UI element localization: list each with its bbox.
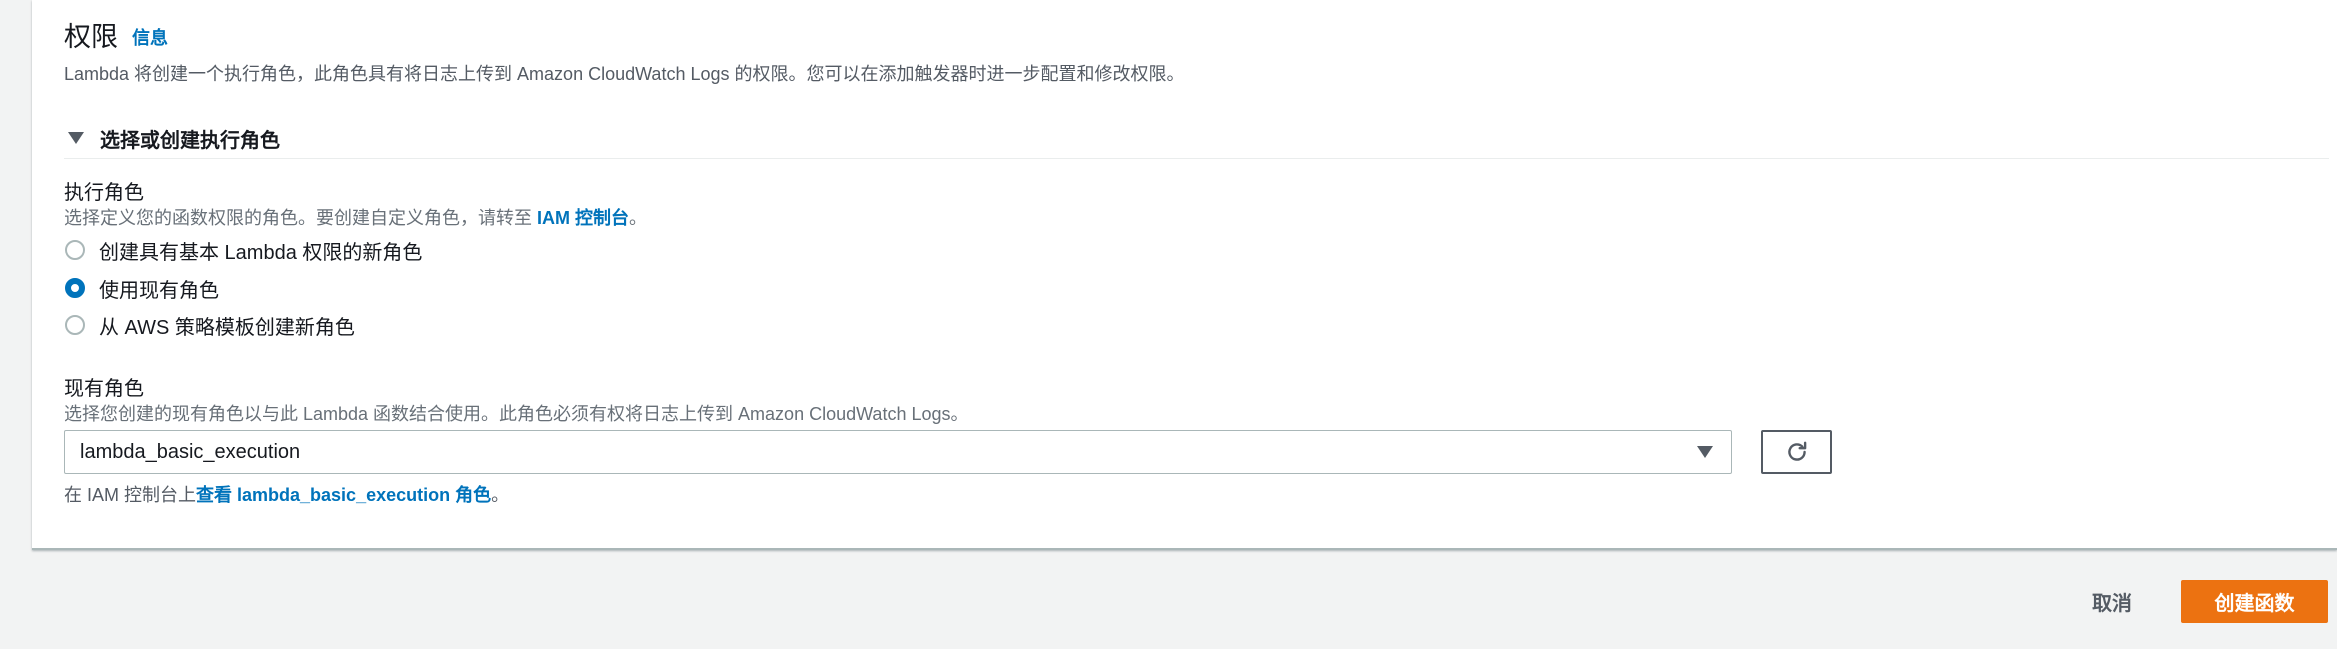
execution-role-description: 选择定义您的函数权限的角色。要创建自定义角色，请转至 IAM 控制台。	[64, 204, 647, 230]
permissions-panel: 权限 信息 Lambda 将创建一个执行角色，此角色具有将日志上传到 Amazo…	[32, 0, 2337, 550]
create-function-button[interactable]: 创建函数	[2181, 580, 2328, 623]
chevron-down-icon	[1697, 446, 1713, 458]
permissions-title: 权限	[64, 21, 118, 52]
execution-role-description-suffix: 。	[629, 208, 647, 228]
radio-button[interactable]	[65, 315, 85, 335]
radio-label: 从 AWS 策略模板创建新角色	[99, 316, 355, 339]
radio-use-existing-role[interactable]: 使用现有角色	[64, 273, 219, 303]
iam-console-link[interactable]: IAM 控制台	[537, 208, 629, 228]
role-section-label: 选择或创建执行角色	[100, 129, 280, 152]
view-role-row: 在 IAM 控制台上查看 lambda_basic_execution 角色。	[64, 481, 509, 507]
radio-button-selected[interactable]	[65, 278, 85, 298]
permissions-description: Lambda 将创建一个执行角色，此角色具有将日志上传到 Amazon Clou…	[64, 64, 1185, 84]
view-role-suffix: 。	[491, 485, 510, 505]
radio-label: 创建具有基本 Lambda 权限的新角色	[99, 241, 423, 264]
radio-label: 使用现有角色	[99, 279, 219, 302]
view-role-prefix: 在 IAM 控制台上	[64, 485, 197, 505]
caret-down-icon	[68, 132, 84, 144]
role-section-expander[interactable]: 选择或创建执行角色	[68, 122, 280, 154]
existing-role-description: 选择您创建的现有角色以与此 Lambda 函数结合使用。此角色必须有权将日志上传…	[64, 404, 969, 424]
radio-button[interactable]	[65, 240, 85, 260]
refresh-icon	[1787, 441, 1806, 461]
execution-role-description-text: 选择定义您的函数权限的角色。要创建自定义角色，请转至	[64, 208, 537, 228]
info-link[interactable]: 信息	[132, 24, 168, 50]
existing-role-select[interactable]: lambda_basic_execution	[64, 430, 1732, 474]
execution-role-label: 执行角色	[64, 182, 144, 204]
radio-create-from-template[interactable]: 从 AWS 策略模板创建新角色	[64, 310, 355, 340]
refresh-roles-button[interactable]	[1761, 430, 1832, 474]
permissions-header: 权限 信息	[64, 16, 168, 52]
section-divider	[64, 158, 2329, 159]
existing-role-selected-value: lambda_basic_execution	[80, 440, 301, 463]
radio-create-basic-role[interactable]: 创建具有基本 Lambda 权限的新角色	[64, 235, 422, 265]
cancel-button[interactable]: 取消	[2076, 583, 2148, 619]
view-role-link[interactable]: 查看 lambda_basic_execution 角色	[196, 485, 491, 505]
existing-role-label: 现有角色	[64, 378, 144, 400]
